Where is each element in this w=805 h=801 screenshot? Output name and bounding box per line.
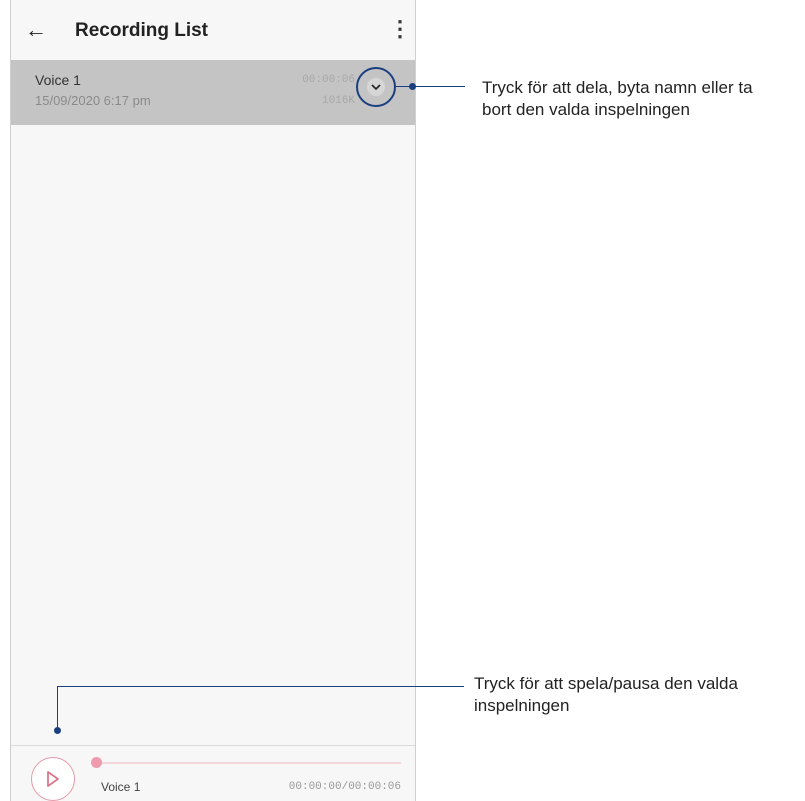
- phone-screen: ← Recording List ⋮ Voice 1 15/09/2020 6:…: [10, 0, 416, 801]
- callout-play-line1: Tryck för att spela/pausa den valda: [474, 674, 738, 693]
- callout-play-line2: inspelningen: [474, 696, 570, 715]
- play-button[interactable]: [31, 757, 75, 801]
- expand-button[interactable]: [356, 67, 396, 107]
- recording-date: 15/09/2020 6:17 pm: [35, 93, 151, 108]
- callout-play-text: Tryck för att spela/pausa den valda insp…: [474, 673, 738, 717]
- callout-line-play-vertical: [57, 686, 58, 730]
- callout-line-play-horizontal: [57, 686, 464, 687]
- player-bar: Voice 1 00:00:00/00:00:06: [11, 745, 415, 801]
- app-bar: ← Recording List ⋮: [11, 0, 415, 60]
- player-recording-name: Voice 1: [101, 780, 141, 794]
- recording-list-item[interactable]: Voice 1 15/09/2020 6:17 pm 00:00:06 1016…: [11, 60, 415, 125]
- callout-dot-play: [54, 727, 61, 734]
- progress-track[interactable]: [91, 757, 401, 768]
- more-vert-icon[interactable]: ⋮: [389, 16, 411, 42]
- chevron-down-icon: [367, 78, 385, 96]
- recording-size: 1016K: [321, 95, 355, 107]
- callout-expand-line1: Tryck för att dela, byta namn eller ta: [482, 78, 753, 97]
- play-icon: [47, 771, 59, 787]
- recording-name: Voice 1: [35, 72, 81, 88]
- arrow-left-icon[interactable]: ←: [25, 17, 47, 43]
- callout-line-expand: [396, 86, 465, 87]
- player-time: 00:00:00/00:00:06: [288, 781, 401, 793]
- callout-expand-line2: bort den valda inspelningen: [482, 100, 690, 119]
- recording-duration: 00:00:06: [302, 74, 355, 86]
- callout-dot-expand: [409, 83, 416, 90]
- progress-thumb[interactable]: [91, 757, 102, 768]
- callout-expand-text: Tryck för att dela, byta namn eller ta b…: [482, 77, 753, 121]
- page-title: Recording List: [75, 20, 209, 41]
